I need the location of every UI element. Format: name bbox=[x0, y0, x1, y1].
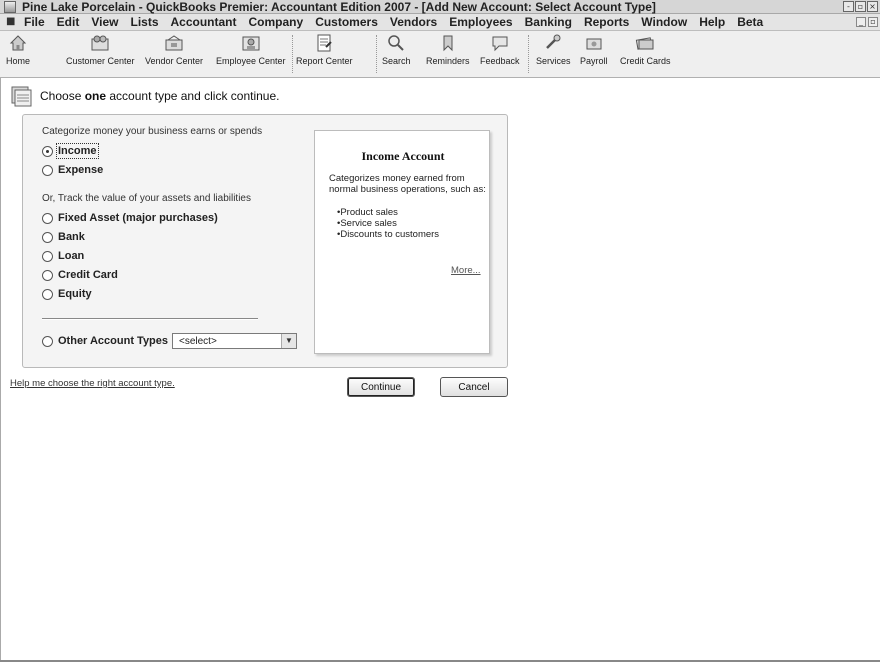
categorize-heading: Categorize money your business earns or … bbox=[42, 126, 263, 137]
radio-fixed-asset[interactable]: Fixed Asset (major purchases) bbox=[42, 212, 218, 224]
toolbar-vendor-center-button[interactable]: Vendor Center bbox=[145, 33, 203, 66]
window-title: Pine Lake Porcelain - QuickBooks Premier… bbox=[22, 0, 656, 14]
radio-fixed-asset-label: Fixed Asset (major purchases) bbox=[58, 212, 218, 224]
radio-income-label: Income bbox=[56, 143, 99, 159]
toolbar-reminders-button[interactable]: Reminders bbox=[426, 33, 470, 66]
credit-cards-icon bbox=[636, 37, 654, 50]
radio-credit-card[interactable]: Credit Card bbox=[42, 269, 118, 281]
radio-expense[interactable]: Expense bbox=[42, 164, 103, 176]
radio-loan-label: Loan bbox=[58, 250, 85, 262]
toolbar-services-button[interactable]: Services bbox=[536, 33, 571, 66]
close-button[interactable]: × bbox=[867, 1, 878, 12]
menu-lists[interactable]: Lists bbox=[130, 15, 158, 29]
search-icon bbox=[388, 35, 404, 51]
menu-bar: ■ File Edit View Lists Accountant Compan… bbox=[0, 14, 880, 31]
menu-help[interactable]: Help bbox=[699, 15, 725, 29]
menu-file[interactable]: File bbox=[24, 15, 45, 29]
menu-view[interactable]: View bbox=[91, 15, 118, 29]
other-account-type-select[interactable]: <select> ▼ bbox=[172, 333, 297, 349]
options-divider bbox=[42, 318, 258, 320]
menu-window[interactable]: Window bbox=[641, 15, 687, 29]
radio-bank-button[interactable] bbox=[42, 231, 53, 243]
other-account-type-value: <select> bbox=[179, 335, 217, 347]
minimize-button[interactable]: - bbox=[843, 1, 854, 12]
radio-credit-card-label: Credit Card bbox=[58, 269, 118, 281]
title-bar: Pine Lake Porcelain - QuickBooks Premier… bbox=[0, 0, 880, 14]
menu-vendors[interactable]: Vendors bbox=[390, 15, 437, 29]
home-icon bbox=[9, 35, 27, 51]
more-info-link[interactable]: More... bbox=[451, 265, 481, 276]
radio-other-account-types[interactable]: Other Account Types bbox=[42, 335, 168, 347]
restore-button[interactable]: ▫ bbox=[855, 1, 866, 12]
instruction-header: Choose one account type and click contin… bbox=[10, 84, 279, 108]
doc-minimize-button[interactable]: _ bbox=[856, 17, 866, 27]
employee-center-icon bbox=[242, 36, 260, 51]
doc-restore-button[interactable]: ▫ bbox=[868, 17, 878, 27]
list-item: Product sales bbox=[337, 207, 439, 218]
account-type-icon bbox=[11, 86, 32, 107]
payroll-icon bbox=[586, 38, 602, 50]
toolbar-employee-center-button[interactable]: Employee Center bbox=[216, 33, 286, 66]
menu-banking[interactable]: Banking bbox=[525, 15, 572, 29]
window-border bbox=[0, 78, 1, 662]
menu-accountant[interactable]: Accountant bbox=[171, 15, 237, 29]
reminders-icon bbox=[443, 35, 453, 52]
radio-other-account-types-button[interactable] bbox=[42, 335, 53, 347]
radio-equity-label: Equity bbox=[58, 288, 92, 300]
feedback-icon bbox=[492, 36, 508, 52]
instruction-text: Choose one account type and click contin… bbox=[40, 89, 280, 103]
radio-loan-button[interactable] bbox=[42, 250, 53, 262]
help-choose-account-link[interactable]: Help me choose the right account type. bbox=[10, 378, 175, 389]
radio-bank[interactable]: Bank bbox=[42, 231, 85, 243]
menu-customers[interactable]: Customers bbox=[315, 15, 378, 29]
info-panel-description: Categorizes money earned from normal bus… bbox=[329, 173, 486, 195]
radio-expense-label: Expense bbox=[58, 164, 104, 176]
menu-company[interactable]: Company bbox=[249, 15, 304, 29]
radio-equity[interactable]: Equity bbox=[42, 288, 92, 300]
info-panel-examples: Product sales Service sales Discounts to… bbox=[337, 207, 439, 240]
account-description-panel: Income Account Categorizes money earned … bbox=[314, 130, 490, 354]
radio-expense-button[interactable] bbox=[42, 164, 53, 176]
app-icon bbox=[4, 0, 16, 13]
menu-reports[interactable]: Reports bbox=[584, 15, 629, 29]
toolbar-search-button[interactable]: Search bbox=[382, 33, 411, 66]
radio-other-account-types-label: Other Account Types bbox=[58, 335, 169, 347]
toolbar-separator bbox=[528, 35, 529, 73]
system-menu-icon[interactable]: ■ bbox=[6, 17, 16, 27]
report-center-icon bbox=[317, 34, 332, 52]
radio-loan[interactable]: Loan bbox=[42, 250, 84, 262]
list-item: Discounts to customers bbox=[337, 229, 439, 240]
radio-fixed-asset-button[interactable] bbox=[42, 212, 53, 224]
menu-beta[interactable]: Beta bbox=[737, 15, 763, 29]
list-item: Service sales bbox=[337, 218, 439, 229]
icon-toolbar: Home Customer Center Vendor Center Emplo… bbox=[0, 31, 880, 78]
radio-income[interactable]: Income bbox=[42, 143, 99, 159]
cancel-button[interactable]: Cancel bbox=[440, 377, 508, 397]
radio-bank-label: Bank bbox=[58, 231, 85, 243]
toolbar-payroll-button[interactable]: Payroll bbox=[580, 33, 608, 66]
toolbar-feedback-button[interactable]: Feedback bbox=[480, 33, 520, 66]
menu-edit[interactable]: Edit bbox=[57, 15, 80, 29]
toolbar-home-button[interactable]: Home bbox=[6, 33, 30, 66]
info-panel-title: Income Account bbox=[361, 149, 445, 163]
customer-center-icon bbox=[91, 35, 109, 51]
radio-credit-card-button[interactable] bbox=[42, 269, 53, 281]
toolbar-credit-cards-button[interactable]: Credit Cards bbox=[620, 33, 671, 66]
continue-button[interactable]: Continue bbox=[347, 377, 415, 397]
vendor-center-icon bbox=[165, 35, 183, 51]
window-controls: - ▫ × bbox=[843, 1, 878, 12]
toolbar-separator bbox=[376, 35, 377, 73]
services-icon bbox=[546, 34, 561, 49]
document-window-controls: _ ▫ bbox=[856, 17, 878, 27]
radio-income-button[interactable] bbox=[42, 145, 53, 157]
toolbar-report-center-button[interactable]: Report Center bbox=[296, 33, 353, 66]
track-heading: Or, Track the value of your assets and l… bbox=[42, 193, 251, 204]
menu-employees[interactable]: Employees bbox=[449, 15, 512, 29]
radio-equity-button[interactable] bbox=[42, 288, 53, 300]
toolbar-separator bbox=[292, 35, 293, 73]
chevron-down-icon[interactable]: ▼ bbox=[281, 334, 296, 348]
toolbar-customer-center-button[interactable]: Customer Center bbox=[66, 33, 135, 66]
